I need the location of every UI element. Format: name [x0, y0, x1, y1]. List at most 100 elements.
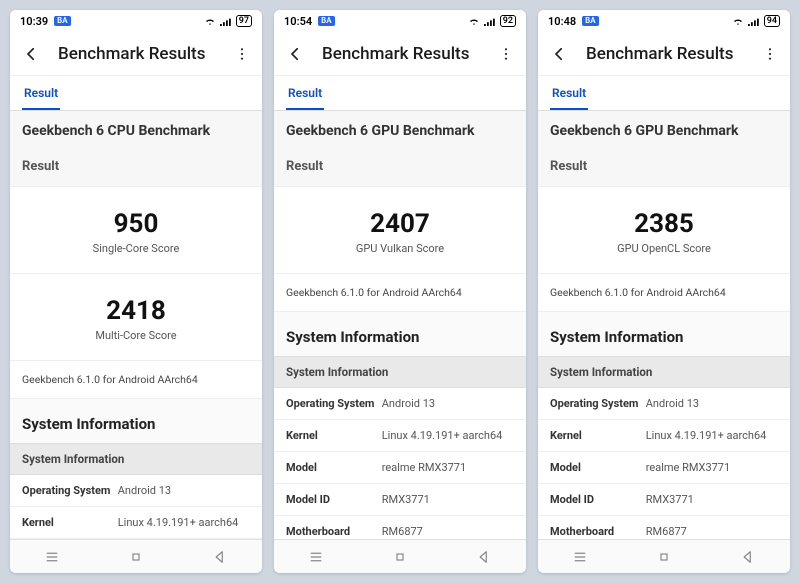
- sysinfo-row: Model ID RMX3771: [538, 484, 790, 516]
- back-button[interactable]: [550, 45, 568, 63]
- sysinfo-band: System Information: [538, 356, 790, 388]
- battery-level: 92: [500, 15, 516, 27]
- back-button[interactable]: [286, 45, 304, 63]
- tab-result[interactable]: Result: [550, 76, 588, 110]
- sysinfo-key: Kernel: [286, 429, 382, 442]
- phone-screen-0: 10:39 BA 97 Benchmark Results Result Gee…: [10, 10, 262, 573]
- score-value: 2385: [538, 209, 790, 239]
- score-label: GPU Vulkan Score: [274, 242, 526, 255]
- score-label: Single-Core Score: [10, 242, 262, 255]
- sysinfo-key: Motherboard: [550, 525, 646, 538]
- battery-level: 97: [236, 15, 252, 27]
- sysinfo-val: realme RMX3771: [382, 461, 514, 474]
- sysinfo-row: Kernel Linux 4.19.191+ aarch64: [538, 420, 790, 452]
- wifi-icon: [468, 16, 480, 26]
- score-value: 950: [10, 209, 262, 239]
- more-menu-button[interactable]: [762, 46, 778, 62]
- sysinfo-key: Model: [286, 461, 382, 474]
- sysinfo-val: RM6877: [646, 525, 778, 538]
- status-time: 10:48: [548, 15, 576, 28]
- more-menu-button[interactable]: [498, 46, 514, 62]
- status-bar: 10:54 BA 92: [274, 10, 526, 32]
- app-bar: Benchmark Results: [10, 32, 262, 76]
- nav-home-button[interactable]: [391, 548, 409, 566]
- sysinfo-val: RM6877: [382, 525, 514, 538]
- signal-icon: [220, 16, 232, 26]
- score-card: 2418 Multi-Core Score: [10, 274, 262, 361]
- tab-row: Result: [10, 76, 262, 111]
- status-time: 10:39: [20, 15, 48, 28]
- sysinfo-key: Model ID: [550, 493, 646, 506]
- phone-screen-2: 10:48 BA 94 Benchmark Results Result Gee…: [538, 10, 790, 573]
- nav-home-button[interactable]: [127, 548, 145, 566]
- sysinfo-heading: System Information: [274, 312, 526, 356]
- sysinfo-val: RMX3771: [382, 493, 514, 506]
- benchmark-sub: Result: [10, 149, 262, 186]
- content-scroll[interactable]: Geekbench 6 CPU Benchmark Result 950 Sin…: [10, 111, 262, 539]
- nav-recents-button[interactable]: [43, 548, 61, 566]
- sysinfo-val: Linux 4.19.191+ aarch64: [382, 429, 514, 442]
- sysinfo-row: Operating System Android 13: [274, 388, 526, 420]
- version-text: Geekbench 6.1.0 for Android AArch64: [274, 274, 526, 312]
- sysinfo-row: Motherboard RM6877: [538, 516, 790, 539]
- sysinfo-row: Model ID RMX3771: [274, 484, 526, 516]
- sysinfo-val: Android 13: [118, 484, 250, 497]
- sysinfo-band: System Information: [10, 443, 262, 475]
- app-bar: Benchmark Results: [538, 32, 790, 76]
- sysinfo-row: Motherboard RM6877: [274, 516, 526, 539]
- page-title: Benchmark Results: [322, 44, 480, 64]
- android-nav-bar: [10, 539, 262, 573]
- nav-home-button[interactable]: [655, 548, 673, 566]
- status-bar: 10:39 BA 97: [10, 10, 262, 32]
- android-nav-bar: [538, 539, 790, 573]
- wifi-icon: [204, 16, 216, 26]
- score-label: Multi-Core Score: [10, 329, 262, 342]
- sysinfo-key: Operating System: [550, 397, 646, 410]
- back-button[interactable]: [22, 45, 40, 63]
- benchmark-sub: Result: [538, 149, 790, 186]
- sysinfo-val: Linux 4.19.191+ aarch64: [118, 516, 250, 529]
- status-time: 10:54: [284, 15, 312, 28]
- sysinfo-val: Linux 4.19.191+ aarch64: [646, 429, 778, 442]
- sysinfo-key: Model: [550, 461, 646, 474]
- tab-result[interactable]: Result: [22, 76, 60, 110]
- score-label: GPU OpenCL Score: [538, 242, 790, 255]
- page-title: Benchmark Results: [58, 44, 216, 64]
- nav-back-button[interactable]: [475, 548, 493, 566]
- tab-row: Result: [538, 76, 790, 111]
- bluetooth-badge: BA: [582, 16, 598, 26]
- sysinfo-row: Model realme RMX3771: [274, 452, 526, 484]
- nav-back-button[interactable]: [739, 548, 757, 566]
- tab-row: Result: [274, 76, 526, 111]
- nav-recents-button[interactable]: [571, 548, 589, 566]
- sysinfo-row: Model realme RMX3771: [538, 452, 790, 484]
- wifi-icon: [732, 16, 744, 26]
- sysinfo-key: Kernel: [550, 429, 646, 442]
- more-menu-button[interactable]: [234, 46, 250, 62]
- sysinfo-row: Kernel Linux 4.19.191+ aarch64: [274, 420, 526, 452]
- benchmark-name: Geekbench 6 GPU Benchmark: [538, 111, 790, 149]
- sysinfo-row: Operating System Android 13: [538, 388, 790, 420]
- tab-result[interactable]: Result: [286, 76, 324, 110]
- sysinfo-key: Operating System: [286, 397, 382, 410]
- sysinfo-val: realme RMX3771: [646, 461, 778, 474]
- sysinfo-band: System Information: [274, 356, 526, 388]
- sysinfo-key: Kernel: [22, 516, 118, 529]
- sysinfo-row: Kernel Linux 4.19.191+ aarch64: [10, 507, 262, 539]
- version-text: Geekbench 6.1.0 for Android AArch64: [538, 274, 790, 312]
- nav-recents-button[interactable]: [307, 548, 325, 566]
- content-scroll[interactable]: Geekbench 6 GPU Benchmark Result 2385 GP…: [538, 111, 790, 539]
- status-bar: 10:48 BA 94: [538, 10, 790, 32]
- version-text: Geekbench 6.1.0 for Android AArch64: [10, 361, 262, 399]
- sysinfo-val: RMX3771: [646, 493, 778, 506]
- content-scroll[interactable]: Geekbench 6 GPU Benchmark Result 2407 GP…: [274, 111, 526, 539]
- score-value: 2407: [274, 209, 526, 239]
- benchmark-name: Geekbench 6 GPU Benchmark: [274, 111, 526, 149]
- nav-back-button[interactable]: [211, 548, 229, 566]
- bluetooth-badge: BA: [54, 16, 70, 26]
- phone-screen-1: 10:54 BA 92 Benchmark Results Result Gee…: [274, 10, 526, 573]
- sysinfo-heading: System Information: [10, 399, 262, 443]
- page-title: Benchmark Results: [586, 44, 744, 64]
- sysinfo-key: Motherboard: [286, 525, 382, 538]
- sysinfo-val: Android 13: [646, 397, 778, 410]
